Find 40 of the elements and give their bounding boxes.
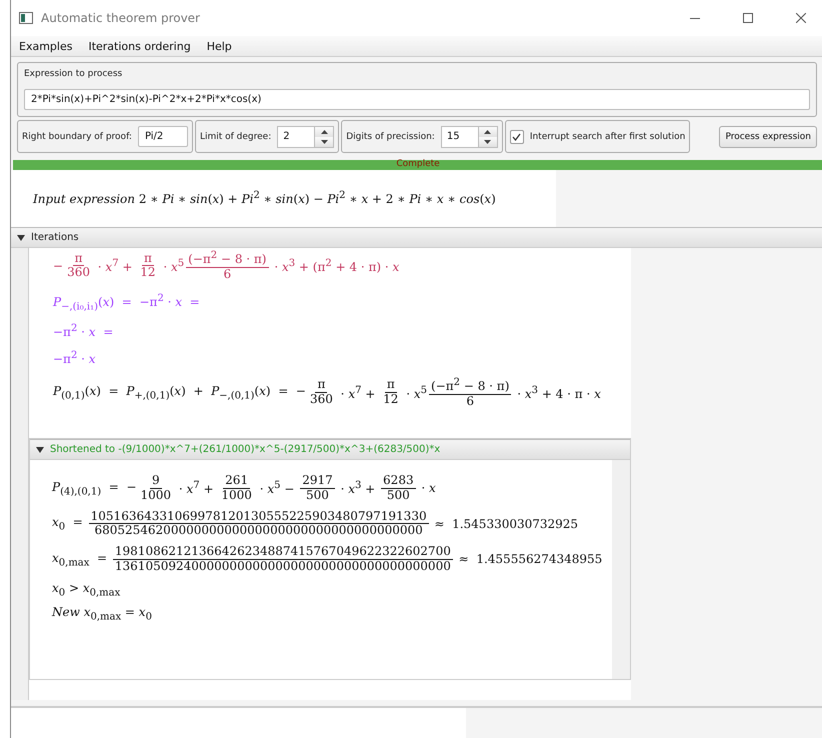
down-arrow-icon (484, 140, 492, 144)
field-label: Expression to process (24, 69, 124, 79)
formula: −π$^{2}$ · x (53, 350, 96, 366)
maximize-icon[interactable] (742, 13, 752, 23)
boundary-field[interactable]: Pi/2 (138, 126, 188, 147)
up-arrow-icon (320, 130, 328, 134)
checkbox-label: Interrupt search after first solution (530, 132, 686, 142)
spinner-field[interactable]: 2 (277, 126, 316, 148)
formula: −π$^{2}$ · x = (53, 322, 114, 339)
progress-label: Complete (395, 159, 441, 169)
process-button[interactable]: Process expression (719, 126, 817, 148)
section-header[interactable]: Iterations (11, 227, 822, 248)
checkbox[interactable] (510, 130, 524, 144)
field-label: Right boundary of proof: (22, 132, 132, 142)
formula: x$_{0,max}$ = 19810862121366426234887415767049622322602700 13610509240000000000000000000000000000000000 ≈ 1.455556274348955 (52, 545, 602, 574)
checkmark-icon (512, 132, 522, 140)
formula: P$_{−,(i₀,i₁)}$(x) = −π$^{2}$ · x = (53, 292, 200, 312)
close-icon[interactable] (796, 13, 806, 23)
app-icon (19, 12, 33, 24)
field-label: Digits of precission: (346, 132, 435, 142)
menu-item[interactable]: Examples (19, 40, 72, 52)
field-label: Limit of degree: (200, 132, 272, 142)
formula: x$_{0}$ > x$_{0,max}$ (52, 580, 120, 598)
window-title: Automatic theorem prover (41, 11, 201, 25)
section-title: Shortened to -(9/1000)*x^7+(261/1000)*x^5-(2917/500)*x^3+(6283/500)*x (50, 444, 440, 455)
increment-button[interactable] (315, 126, 334, 136)
menu-item[interactable]: Help (206, 40, 232, 52)
expand-icon[interactable] (36, 446, 44, 454)
expand-icon[interactable] (17, 234, 25, 242)
down-arrow-icon (320, 140, 328, 144)
decrement-button[interactable] (315, 136, 334, 146)
formula: Input expression 2 ∗ Pi ∗ sin(x) + Pi$^{2}$ ∗ sin(x) − Pi$^{2}$ ∗ x + 2 ∗ Pi ∗ x ∗ cos(x) (33, 190, 496, 206)
expression-field[interactable]: 2*Pi*sin(x)+Pi^2*sin(x)-Pi^2*x+2*Pi*x*cos(x) (24, 89, 810, 110)
formula: x$_{0}$ = 10516364331069978120130555225903480797191330 6805254620000000000000000000000000000000000 ≈ 1.545330030732925 (52, 510, 578, 538)
increment-button[interactable] (478, 126, 497, 136)
menu-item[interactable]: Iterations ordering (88, 40, 191, 52)
spinner-field[interactable]: 15 (440, 126, 479, 148)
formula: New x$_{0,max}$ = x$_{0}$ (52, 605, 152, 623)
section-title: Iterations (31, 232, 79, 243)
up-arrow-icon (484, 130, 492, 134)
